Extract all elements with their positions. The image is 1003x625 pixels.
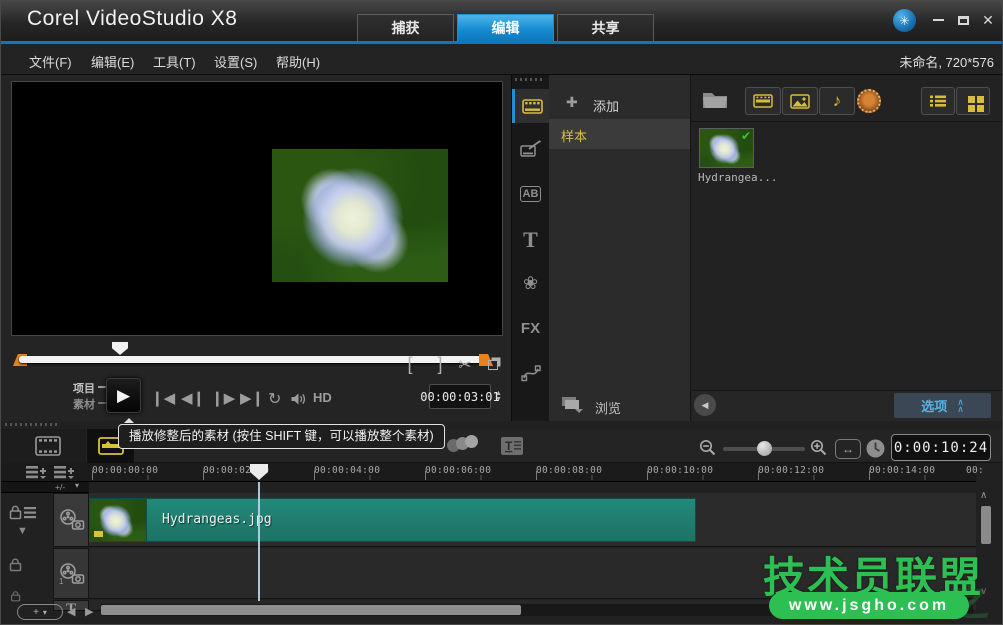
library-tab-title[interactable]: T (512, 223, 549, 257)
play-button[interactable]: ▶ (106, 378, 141, 413)
add-icon: ✚ (566, 94, 578, 111)
clip-corner-badge (94, 531, 103, 537)
menu-bar: 文件(F) 编辑(E) 工具(T) 设置(S) 帮助(H) 未命名, 720*5… (1, 44, 1003, 75)
library-tab-ab[interactable]: AB (512, 177, 549, 211)
storyboard-view-button[interactable] (25, 431, 71, 461)
360-video-button[interactable] (857, 89, 881, 113)
preview-screen (11, 81, 503, 336)
options-button[interactable]: 选项 ∧∧ (894, 393, 991, 418)
mode-tick (98, 386, 106, 388)
library-tab-graphics[interactable]: ❀ (512, 266, 549, 300)
app-title: Corel VideoStudio X8 (27, 7, 237, 31)
menu-edit[interactable]: 编辑(E) (91, 52, 134, 71)
menu-help[interactable]: 帮助(H) (276, 52, 320, 71)
timecode-stepper[interactable]: ▲▼ (493, 385, 504, 409)
track-toggle-caret-icon[interactable]: ▾ (75, 481, 79, 490)
gallery-divider (691, 121, 1003, 122)
timeline-hscrollbar-thumb[interactable] (101, 605, 521, 615)
timeline-vscrollbar-thumb[interactable] (981, 506, 991, 544)
ruler-tick: 00:00:00:00 (92, 465, 158, 476)
ruler-tick: 00:00:04:00 (314, 465, 380, 476)
overlay-track-header[interactable]: 1 (53, 548, 89, 599)
mode-tick (98, 402, 106, 404)
tab-share[interactable]: 共享 (557, 14, 654, 41)
timeline-timecode[interactable]: 0:00:10:24 (891, 434, 991, 461)
filter-photo-button[interactable] (782, 87, 818, 115)
track-size-toggle[interactable]: +/- (55, 482, 65, 492)
next-frame-button[interactable]: ❙▶ (211, 389, 235, 407)
timeline-clip[interactable]: Hydrangeas.jpg (89, 498, 696, 542)
maximize-button[interactable] (952, 11, 974, 29)
ruler-tick: 00:00:10:00 (647, 465, 713, 476)
library-item-name[interactable]: Hydrangea... (698, 171, 777, 184)
project-info: 未命名, 720*576 (899, 52, 994, 71)
preview-frame-image (272, 149, 448, 282)
add-folder-button[interactable]: 添加 (593, 96, 619, 115)
previous-frame-button[interactable]: ◀❙ (181, 389, 205, 407)
video-track-header[interactable] (53, 493, 89, 547)
skip-to-end-button[interactable]: ▶❙ (240, 389, 264, 407)
tooltip: 播放修整后的素材 (按住 SHIFT 键，可以播放整个素材) (118, 424, 445, 449)
track-transparency-icon[interactable] (447, 437, 487, 453)
scroll-right-icon[interactable]: ▶ (85, 605, 93, 618)
project-mode-label[interactable]: 项目 (73, 380, 95, 396)
tab-edit[interactable]: 编辑 (457, 14, 554, 41)
library-tab-motion-path[interactable] (512, 356, 549, 390)
sample-label[interactable]: 样本 (561, 126, 587, 145)
preview-playhead[interactable] (112, 342, 128, 355)
timeline-playhead-line (258, 482, 260, 601)
library-tab-transitions[interactable] (512, 132, 549, 166)
library-gallery (691, 75, 1003, 421)
title-bar: Corel VideoStudio X8 捕获 编辑 共享 ✳ ✕ (1, 1, 1003, 41)
fit-timeline-button[interactable]: ↔ (835, 439, 861, 459)
skip-to-start-button[interactable]: ❙◀ (151, 389, 175, 407)
help-globe-icon[interactable]: ✳ (893, 9, 916, 32)
subtitle-editor-button[interactable]: T (497, 431, 527, 461)
vscroll-up-icon[interactable]: ∧ (980, 490, 987, 501)
library-tab-filters[interactable]: FX (512, 311, 549, 345)
scroll-left-icon[interactable]: ◀ (67, 605, 75, 618)
timeline-zoom-slider-knob[interactable] (757, 441, 772, 456)
panel-grip[interactable] (515, 78, 545, 81)
clip-name: Hydrangeas.jpg (162, 512, 272, 527)
timeline-grip[interactable] (5, 423, 60, 426)
close-button[interactable]: ✕ (977, 11, 999, 29)
enlarge-preview-icon[interactable] (481, 353, 505, 377)
library-tab-media[interactable] (512, 89, 549, 123)
timeline-ruler[interactable]: 00:00:00:00 00:00:02:00 00:00:04:00 00:0… (1, 463, 976, 482)
ruler-tick: 00:00:12:00 (758, 465, 824, 476)
ruler-tick: 00:00:08:00 (536, 465, 602, 476)
watermark-url: www.jsgho.com (769, 592, 969, 619)
menu-file[interactable]: 文件(F) (29, 52, 72, 71)
app-window: Corel VideoStudio X8 捕获 编辑 共享 ✳ ✕ 文件(F) … (0, 0, 1003, 625)
selected-check-icon: ✔ (741, 129, 751, 143)
filter-video-button[interactable] (745, 87, 781, 115)
split-clip-scissors-icon[interactable]: ✂ (453, 353, 477, 377)
gallery-scroll-left-button[interactable]: ◀ (694, 394, 716, 416)
mark-in-button[interactable]: [ (399, 351, 421, 377)
filter-audio-button[interactable]: ♪ (819, 87, 855, 115)
gutter-expand-icon[interactable]: ▼ (17, 525, 28, 537)
ruler-tick: 00:00:06:00 (425, 465, 491, 476)
tab-capture[interactable]: 捕获 (357, 14, 454, 41)
svg-text:1: 1 (59, 577, 64, 586)
svg-text:T: T (505, 439, 513, 453)
repeat-button[interactable]: ↻ (268, 389, 281, 409)
hd-toggle[interactable]: HD (313, 390, 332, 405)
clip-mode-label[interactable]: 素材 (73, 396, 95, 412)
preview-timecode[interactable]: 00:00:03:01 (429, 384, 491, 409)
menu-settings[interactable]: 设置(S) (214, 52, 257, 71)
add-track-button[interactable]: +▾ (17, 604, 63, 620)
ruler-tick: 00: (966, 465, 984, 476)
ruler-tick: 00:00:14:00 (869, 465, 935, 476)
list-view-button[interactable] (921, 87, 955, 115)
grid-view-button[interactable] (956, 87, 990, 115)
browse-button[interactable]: 浏览 (595, 398, 621, 417)
collapse-chevrons-icon: ∧∧ (957, 399, 964, 413)
minimize-button[interactable] (927, 11, 949, 29)
mark-out-button[interactable]: ] (429, 351, 451, 377)
menu-tools[interactable]: 工具(T) (153, 52, 196, 71)
